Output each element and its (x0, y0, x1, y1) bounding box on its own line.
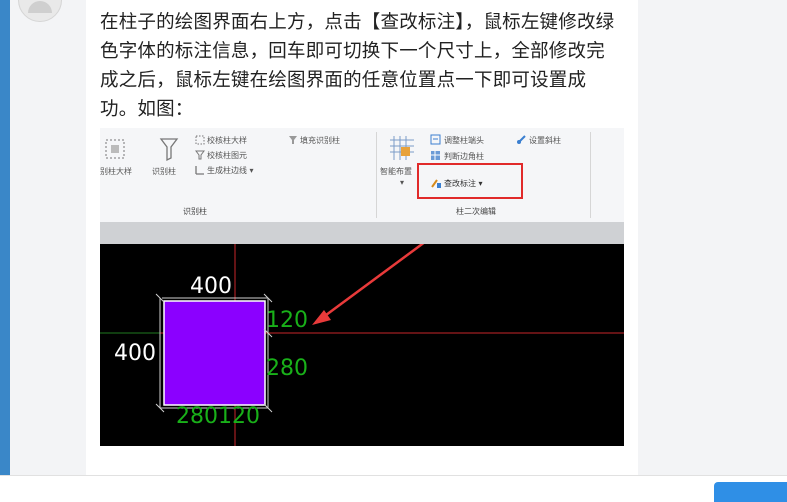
ribbon-button-column-detail[interactable]: 别柱大样 (100, 166, 132, 177)
dim-label-left: 400 (114, 341, 156, 366)
ribbon-button-fill-identify[interactable]: 填充识别柱 (300, 135, 340, 146)
pointer-arrow-line (321, 244, 425, 320)
highlight-box (417, 163, 523, 199)
ribbon-button-judge-corner[interactable]: 判断边角柱 (444, 151, 484, 162)
ribbon-button-adjust-end[interactable]: 调整柱端头 (444, 135, 484, 146)
ribbon-group-title-edit: 柱二次编辑 (456, 207, 496, 216)
smart-place-dropdown-arrow[interactable]: ▾ (400, 178, 404, 187)
set-slant-icon (517, 135, 526, 144)
fill-identify-icon (289, 136, 297, 144)
dim-label-right-bottom[interactable]: 280 (266, 356, 308, 381)
dim-label-bottom[interactable]: 280120 (176, 404, 260, 429)
column-detail-icon (105, 139, 125, 159)
ribbon-button-smart-place[interactable]: 智能布置 (380, 166, 412, 177)
judge-corner-icon (431, 151, 440, 160)
cad-canvas: 400 400 120 280 280120 (100, 244, 624, 446)
footer-bar (0, 475, 787, 492)
ribbon-button-check-column[interactable]: 校核柱图元 (207, 150, 247, 161)
smart-place-icon (390, 136, 414, 160)
ribbon-button-identify-column[interactable]: 识别柱 (152, 166, 176, 177)
dim-label-right-top[interactable]: 120 (266, 308, 308, 333)
left-accent-rail (0, 0, 10, 491)
ribbon-button-set-slant[interactable]: 设置斜柱 (529, 135, 561, 146)
check-detail-icon (195, 135, 205, 145)
ribbon-separator-2 (590, 132, 591, 218)
canvas-header-strip (100, 222, 624, 244)
ribbon-button-gen-edge[interactable]: 生成柱边线 ▾ (207, 165, 254, 176)
ribbon-group-title-identify: 识别柱 (183, 207, 207, 216)
message-text: 在柱子的绘图界面右上方，点击【查改标注】，鼠标左键修改绿色字体的标注信息，回车即… (100, 12, 615, 120)
send-button[interactable] (714, 482, 787, 502)
gen-edge-icon (195, 166, 204, 175)
adjust-end-icon (430, 134, 441, 145)
identify-column-icon (159, 138, 179, 162)
column-rect (163, 300, 266, 406)
check-column-icon (195, 150, 205, 160)
dim-label-top: 400 (190, 274, 232, 299)
ribbon-button-check-detail[interactable]: 校核柱大样 (207, 135, 247, 146)
ribbon-separator (376, 132, 377, 218)
ribbon-toolbar-image: 别柱大样 识别柱 校核柱大样 校核柱图元 生成柱边线 ▾ 填充识别柱 识别柱 智… (100, 128, 624, 223)
